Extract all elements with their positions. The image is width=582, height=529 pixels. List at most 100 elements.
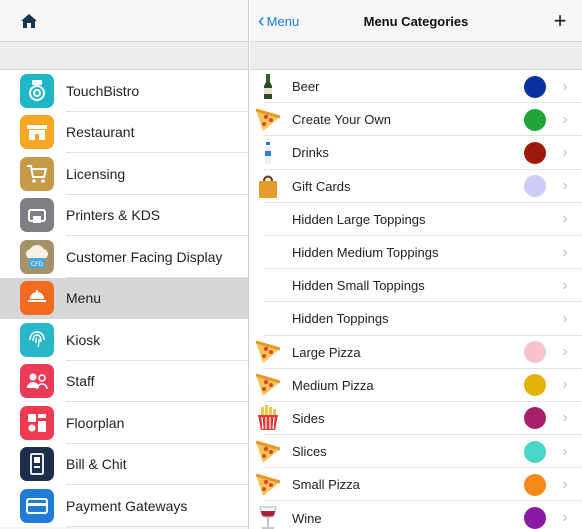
chevron-right-icon: › bbox=[562, 143, 568, 161]
settings-sidebar: TouchBistro Restaurant Licensing Printers &… bbox=[0, 0, 249, 529]
category-row[interactable]: Beer › bbox=[250, 70, 582, 104]
category-color-swatch bbox=[524, 473, 546, 496]
sidebar-item-menu[interactable]: Menu bbox=[0, 277, 248, 319]
chevron-right-icon: › bbox=[562, 376, 568, 394]
category-list: Beer › Create Your Own › Drinks › Gift Cards › H… bbox=[250, 70, 582, 529]
touchbistro-icon bbox=[20, 73, 54, 108]
chevron-right-icon: › bbox=[562, 276, 568, 294]
chevron-right-icon: › bbox=[562, 309, 568, 327]
category-color-swatch bbox=[524, 108, 546, 131]
category-color-swatch bbox=[524, 175, 546, 198]
beer-bottle-icon bbox=[250, 70, 286, 103]
sidebar-item-label: Printers & KDS bbox=[66, 207, 161, 224]
sidebar-item-label: TouchBistro bbox=[66, 82, 140, 99]
category-color-swatch bbox=[524, 507, 546, 529]
category-label: Sides bbox=[292, 410, 325, 426]
chevron-left-icon: ‹ bbox=[258, 10, 265, 32]
fries-icon bbox=[250, 402, 286, 435]
category-row[interactable]: Create Your Own › bbox=[250, 103, 582, 137]
chevron-right-icon: › bbox=[562, 110, 568, 128]
chevron-right-icon: › bbox=[562, 442, 568, 460]
payment-icon bbox=[20, 488, 54, 523]
sidebar-item-label: Customer Facing Display bbox=[66, 248, 223, 265]
sidebar-item-label: Payment Gateways bbox=[66, 497, 188, 514]
menu-categories-panel: Menu Categories ‹ Menu + Beer › Create You… bbox=[250, 0, 582, 529]
category-row[interactable]: Hidden Medium Toppings › bbox=[250, 236, 582, 270]
sidebar-item-kiosk[interactable]: Kiosk bbox=[0, 319, 248, 361]
sidebar-item-customer-facing-display[interactable]: CFD Customer Facing Display bbox=[0, 236, 248, 278]
bill-icon bbox=[20, 447, 54, 482]
drink-bottle-icon bbox=[250, 136, 286, 169]
category-label: Slices bbox=[292, 444, 327, 460]
category-row[interactable]: Hidden Large Toppings › bbox=[250, 203, 582, 236]
sidebar-item-floorplan[interactable]: Floorplan bbox=[0, 402, 248, 444]
category-color-swatch bbox=[524, 341, 546, 364]
home-icon[interactable] bbox=[20, 13, 38, 29]
chevron-right-icon: › bbox=[562, 243, 568, 261]
category-row[interactable]: Medium Pizza › bbox=[250, 369, 582, 402]
add-category-button[interactable]: + bbox=[548, 0, 572, 42]
sidebar-list: TouchBistro Restaurant Licensing Printers &… bbox=[0, 70, 248, 527]
chevron-right-icon: › bbox=[562, 509, 568, 527]
sidebar-item-label: Floorplan bbox=[66, 414, 125, 431]
sidebar-item-staff[interactable]: Staff bbox=[0, 360, 248, 402]
svg-text:CFD: CFD bbox=[31, 261, 44, 268]
floorplan-icon bbox=[20, 405, 54, 440]
category-label: Beer bbox=[292, 79, 320, 95]
nav-bar: Menu Categories ‹ Menu + bbox=[250, 0, 582, 42]
chevron-right-icon: › bbox=[562, 343, 568, 361]
sidebar-item-label: Kiosk bbox=[66, 331, 101, 348]
category-label: Gift Cards bbox=[292, 178, 351, 194]
category-icon-placeholder bbox=[250, 302, 286, 335]
kiosk-icon bbox=[20, 322, 54, 357]
pizza-slice-icon bbox=[250, 435, 286, 468]
category-row[interactable]: Gift Cards › bbox=[250, 170, 582, 203]
category-color-swatch bbox=[524, 374, 546, 397]
page-title: Menu Categories bbox=[363, 13, 469, 29]
category-row[interactable]: Hidden Toppings › bbox=[250, 302, 582, 336]
category-label: Wine bbox=[292, 510, 322, 526]
category-icon-placeholder bbox=[250, 269, 286, 302]
category-label: Large Pizza bbox=[292, 344, 361, 360]
sidebar-item-payment-gateways[interactable]: Payment Gateways bbox=[0, 485, 248, 527]
category-row[interactable]: Slices › bbox=[250, 435, 582, 469]
chevron-right-icon: › bbox=[562, 409, 568, 427]
sidebar-item-label: Staff bbox=[66, 373, 95, 390]
back-button[interactable]: ‹ Menu bbox=[258, 0, 299, 42]
category-row[interactable]: Wine › bbox=[250, 501, 582, 529]
wine-glass-icon bbox=[250, 502, 286, 529]
category-color-swatch bbox=[524, 440, 546, 463]
category-row[interactable]: Large Pizza › bbox=[250, 336, 582, 369]
sidebar-item-touchbistro[interactable]: TouchBistro bbox=[0, 70, 248, 112]
category-row[interactable]: Hidden Small Toppings › bbox=[250, 269, 582, 303]
sidebar-item-restaurant[interactable]: Restaurant bbox=[0, 111, 248, 153]
category-icon-placeholder bbox=[250, 203, 286, 236]
sidebar-header bbox=[0, 0, 248, 42]
staff-icon bbox=[20, 364, 54, 399]
category-row[interactable]: Drinks › bbox=[250, 136, 582, 170]
chevron-right-icon: › bbox=[562, 475, 568, 493]
category-label: Hidden Large Toppings bbox=[292, 211, 426, 227]
category-label: Hidden Medium Toppings bbox=[292, 245, 439, 261]
sidebar-spacer bbox=[0, 42, 248, 70]
sidebar-item-label: Licensing bbox=[66, 165, 126, 182]
back-button-label: Menu bbox=[266, 13, 300, 29]
pizza-slice-icon bbox=[250, 103, 286, 136]
pizza-slice-icon bbox=[250, 336, 286, 369]
sidebar-item-label: Menu bbox=[66, 290, 102, 307]
printer-icon bbox=[20, 198, 54, 233]
sidebar-item-printers-kds[interactable]: Printers & KDS bbox=[0, 194, 248, 236]
category-color-swatch bbox=[524, 407, 546, 430]
menu-icon bbox=[20, 281, 54, 316]
gift-bag-icon bbox=[250, 170, 286, 203]
category-row[interactable]: Small Pizza › bbox=[250, 468, 582, 502]
category-label: Medium Pizza bbox=[292, 377, 374, 393]
sidebar-item-licensing[interactable]: Licensing bbox=[0, 153, 248, 195]
category-row[interactable]: Sides › bbox=[250, 402, 582, 436]
category-color-swatch bbox=[524, 141, 546, 164]
category-label: Drinks bbox=[292, 145, 329, 161]
category-label: Small Pizza bbox=[292, 477, 360, 493]
sidebar-item-bill-chit[interactable]: Bill & Chit bbox=[0, 443, 248, 485]
pizza-slice-icon bbox=[250, 369, 286, 402]
sidebar-item-label: Bill & Chit bbox=[66, 456, 127, 473]
